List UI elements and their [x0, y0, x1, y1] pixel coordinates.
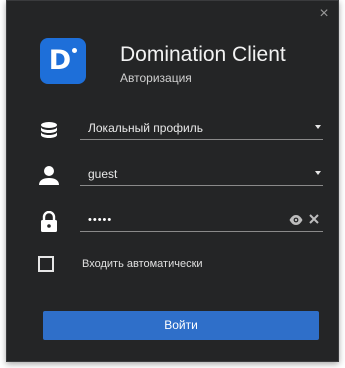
login-window: × D Domination Client Авторизация Локаль… [6, 0, 339, 362]
user-icon [39, 166, 59, 185]
close-button[interactable]: × [317, 6, 331, 22]
profile-select-value: Локальный профиль [88, 121, 203, 135]
login-button[interactable]: Войти [43, 311, 319, 340]
database-icon [41, 122, 57, 138]
auto-login-checkbox[interactable] [38, 256, 54, 272]
close-icon[interactable] [308, 213, 320, 225]
auto-login-label[interactable]: Входить автоматически [82, 258, 203, 270]
app-subtitle: Авторизация [120, 71, 192, 85]
app-logo: D [40, 38, 86, 84]
password-field[interactable]: ••••• [80, 210, 323, 232]
password-value: ••••• [88, 214, 113, 226]
lock-icon [41, 211, 57, 232]
chevron-down-icon[interactable] [315, 171, 321, 175]
app-title: Domination Client [120, 43, 286, 66]
logo-letter: D [48, 45, 72, 76]
username-value: guest [88, 167, 118, 181]
username-combobox[interactable]: guest [80, 164, 323, 186]
logo-dot [72, 48, 77, 53]
eye-icon[interactable] [289, 214, 303, 226]
profile-select[interactable]: Локальный профиль [80, 118, 323, 140]
chevron-down-icon[interactable] [315, 125, 321, 129]
